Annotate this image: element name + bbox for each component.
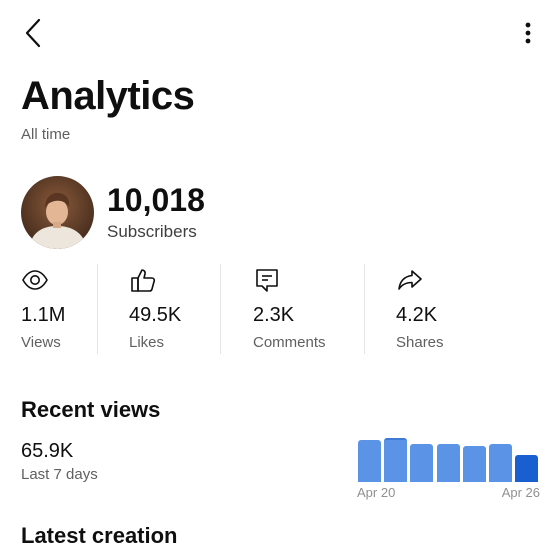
chart-end-label: Apr 26 [501,485,540,500]
recent-views-title: Recent views [21,397,161,422]
share-icon [398,270,422,290]
thumbs-up-icon [131,269,156,292]
back-button[interactable] [16,14,50,52]
chart-bar [410,444,434,482]
page-title: Analytics [21,74,195,118]
chart-bar [489,444,512,482]
likes-value: 49.5K [129,304,182,326]
latest-creation-title: Latest creation [21,523,178,548]
chart-bar [462,446,486,482]
more-vertical-icon [525,22,531,44]
chart-bars [356,434,540,482]
stats-row: 1.1M Views 49.5K Likes 2.3K Comments 4.2… [0,262,560,354]
top-bar [0,0,560,64]
chart-bar [436,444,460,482]
shares-label: Shares [396,334,444,351]
stat-views[interactable]: 1.1M Views [21,262,91,354]
chart-bar [358,440,381,482]
comments-value: 2.3K [253,304,295,326]
shares-value: 4.2K [396,304,438,326]
chart-start-label: Apr 20 [357,485,396,500]
subscriber-label: Subscribers [107,222,197,241]
chart-bar [384,438,408,482]
stat-divider [220,264,221,354]
recent-views-value: 65.9K [21,440,74,462]
stat-divider [97,264,98,354]
views-value: 1.1M [21,304,66,326]
comments-label: Comments [253,334,326,351]
page-subtitle: All time [21,126,71,143]
chart-bar [515,455,539,482]
recent-views-period: Last 7 days [21,466,98,483]
recent-views-chart[interactable]: Apr 20 Apr 26 [356,434,540,504]
likes-label: Likes [129,334,165,351]
avatar[interactable] [21,176,94,249]
views-label: Views [21,334,61,351]
stat-likes[interactable]: 49.5K Likes [129,262,209,354]
more-options-button[interactable] [516,14,540,52]
avatar-image [21,176,94,249]
stat-shares[interactable]: 4.2K Shares [396,262,476,354]
chevron-left-icon [25,18,41,48]
eye-icon [22,270,48,290]
subscriber-count: 10,018 [107,182,205,218]
stat-comments[interactable]: 2.3K Comments [253,262,343,354]
stat-divider [364,264,365,354]
comment-icon [256,269,278,292]
